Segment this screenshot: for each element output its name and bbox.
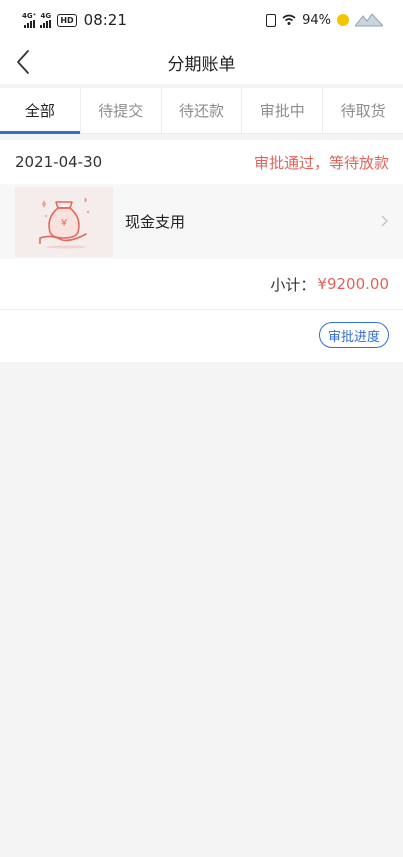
order-actions: 审批进度 bbox=[0, 310, 403, 360]
order-status: 审批通过，等待放款 bbox=[253, 153, 389, 172]
approval-progress-button[interactable]: 审批进度 bbox=[318, 322, 389, 348]
battery-level: 94% bbox=[302, 12, 331, 28]
page-title: 分期账单 bbox=[167, 54, 236, 75]
charging-icon bbox=[337, 14, 349, 26]
subtotal-label: 小计： bbox=[270, 275, 316, 294]
hd-badge: HD bbox=[57, 13, 77, 27]
subtotal-row: 小计： ¥9200.00 bbox=[0, 259, 403, 310]
order-header: 2021-04-30 审批通过，等待放款 bbox=[0, 140, 403, 184]
chevron-right-icon bbox=[381, 215, 388, 227]
network-1-label: 4G⁺ bbox=[22, 12, 37, 20]
status-left: 4G⁺ 4G HD 08:21 bbox=[22, 11, 127, 29]
screen: 4G⁺ 4G HD 08:21 94% 分期账单 全部 待提交 待还款 审批中 … bbox=[0, 0, 403, 857]
tab-under-review[interactable]: 审批中 bbox=[242, 88, 324, 133]
mountain-icon bbox=[355, 13, 383, 27]
signal-bars-icon bbox=[23, 20, 35, 28]
status-bar: 4G⁺ 4G HD 08:21 94% bbox=[0, 0, 403, 40]
network-2-label: 4G bbox=[40, 12, 52, 20]
network-signal-1: 4G⁺ bbox=[22, 12, 36, 28]
product-name: 现金支用 bbox=[125, 213, 186, 231]
wifi-icon bbox=[282, 14, 296, 25]
network-signal-2: 4G bbox=[40, 12, 52, 28]
status-right: 94% bbox=[266, 13, 383, 28]
tab-bar: 全部 待提交 待还款 审批中 待取货 bbox=[0, 88, 403, 134]
signal-bars-icon bbox=[40, 20, 52, 28]
subtotal-amount: ¥9200.00 bbox=[317, 275, 389, 293]
tab-all[interactable]: 全部 bbox=[0, 88, 81, 134]
order-date: 2021-04-30 bbox=[15, 153, 103, 171]
money-bag-icon: ¥ bbox=[15, 186, 113, 257]
nav-bar: 分期账单 bbox=[0, 40, 403, 84]
status-time: 08:21 bbox=[83, 11, 127, 29]
tab-pending-pickup[interactable]: 待取货 bbox=[323, 88, 403, 133]
product-row[interactable]: ¥ 现金支用 bbox=[0, 184, 403, 259]
tab-pending-repayment[interactable]: 待还款 bbox=[162, 88, 243, 133]
svg-text:¥: ¥ bbox=[61, 218, 67, 229]
back-arrow-icon[interactable] bbox=[14, 48, 34, 76]
order-card: 2021-04-30 审批通过，等待放款 ¥ 现金支用 小计： ¥9200.00… bbox=[0, 140, 403, 362]
tab-pending-submit[interactable]: 待提交 bbox=[81, 88, 162, 133]
vibrate-icon bbox=[266, 13, 277, 27]
